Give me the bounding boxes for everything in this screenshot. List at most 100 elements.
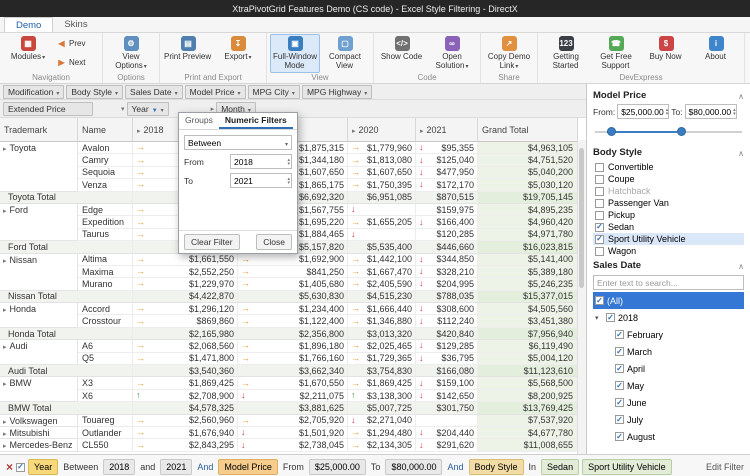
checkbox[interactable] xyxy=(615,364,624,373)
body-style-option[interactable]: Passenger Van xyxy=(593,197,744,209)
filter-token[interactable]: Model Price xyxy=(218,459,278,475)
scrollbar-thumb[interactable] xyxy=(579,148,584,288)
ribbon-button[interactable]: ☎ Get Free Support xyxy=(591,34,641,73)
body-style-option[interactable]: Convertible xyxy=(593,161,744,173)
ribbon-button[interactable]: </> Show Code xyxy=(377,34,427,73)
ribbon-button[interactable]: $ Buy Now xyxy=(641,34,691,73)
ribbon-button[interactable]: ↧ Export▾ xyxy=(213,34,263,73)
filter-field-chip[interactable]: Modification xyxy=(3,85,64,99)
slider-thumb-max[interactable] xyxy=(677,127,686,136)
tree-node[interactable]: August xyxy=(593,428,744,445)
checkbox[interactable] xyxy=(595,211,604,220)
filter-token[interactable]: Between xyxy=(61,459,100,475)
ribbon-button[interactable]: ▶ Next xyxy=(53,53,99,72)
checkbox[interactable] xyxy=(595,199,604,208)
expand-icon[interactable] xyxy=(420,125,424,135)
ribbon-button[interactable]: ∞ Open Solution▾ xyxy=(427,34,477,73)
price-to-input[interactable]: $80,000.00 xyxy=(685,104,737,119)
ribbon-button[interactable]: ▤ Print Preview xyxy=(163,34,213,73)
expand-icon[interactable] xyxy=(3,143,7,153)
filter-field-chip[interactable]: Body Style xyxy=(66,85,123,99)
from-year-input[interactable]: 2018 xyxy=(230,154,292,169)
trademark-cell[interactable]: Audi xyxy=(0,340,78,365)
price-from-input[interactable]: $25,000.00 xyxy=(617,104,669,119)
trademark-cell[interactable]: Mitsubishi xyxy=(0,427,78,439)
spinner-buttons[interactable] xyxy=(733,108,736,116)
model-name-cell[interactable]: X3 xyxy=(78,377,133,389)
filter-token[interactable]: Sedan xyxy=(541,459,579,475)
checkbox[interactable] xyxy=(615,398,624,407)
checkbox[interactable] xyxy=(615,381,624,390)
slider-thumb-min[interactable] xyxy=(607,127,616,136)
filter-token[interactable]: And xyxy=(445,459,465,475)
body-style-option[interactable]: Wagon xyxy=(593,245,744,257)
ribbon-button[interactable]: ↗ Copy Demo Link▾ xyxy=(484,34,534,73)
ribbon-button[interactable]: i About xyxy=(691,34,741,73)
checkbox[interactable] xyxy=(606,313,615,322)
filter-token[interactable]: From xyxy=(281,459,306,475)
model-name-cell[interactable]: Maxima xyxy=(78,266,133,278)
spinner-buttons[interactable] xyxy=(287,158,290,166)
model-name-cell[interactable]: X6 xyxy=(78,390,133,402)
model-name-cell[interactable]: Edge xyxy=(78,204,133,216)
model-name-cell[interactable]: Expedition xyxy=(78,216,133,228)
filter-enabled-checkbox[interactable] xyxy=(16,463,25,472)
filter-token[interactable]: Body Style xyxy=(469,459,524,475)
spinner-buttons[interactable] xyxy=(287,177,290,185)
expand-icon[interactable] xyxy=(137,125,141,135)
tree-node[interactable]: July xyxy=(593,411,744,428)
filter-token[interactable]: Sport Utility Vehicle xyxy=(582,459,672,475)
ribbon-button[interactable]: ▢ Compact View xyxy=(320,34,370,73)
body-style-option[interactable]: Sport Utility Vehicle xyxy=(593,233,744,245)
collapse-chevron-icon[interactable] xyxy=(738,148,744,158)
checkbox[interactable] xyxy=(615,415,624,424)
year-column-header[interactable]: 2021 xyxy=(416,118,478,142)
checkbox[interactable] xyxy=(615,432,624,441)
checkbox[interactable] xyxy=(595,235,604,244)
model-name-cell[interactable]: Camry xyxy=(78,154,133,166)
checkbox[interactable] xyxy=(595,175,604,184)
filter-token[interactable]: And xyxy=(195,459,215,475)
operator-combobox[interactable]: Between xyxy=(184,135,292,150)
model-name-cell[interactable]: Taurus xyxy=(78,229,133,241)
checkbox[interactable] xyxy=(615,347,624,356)
trademark-cell[interactable]: Mercedes-Benz xyxy=(0,439,78,451)
expand-icon[interactable] xyxy=(3,304,7,314)
ribbon-button[interactable]: 123 Getting Started xyxy=(541,34,591,73)
close-filter-icon[interactable] xyxy=(6,460,13,474)
row-field-header-name[interactable]: Name xyxy=(78,118,133,142)
trademark-cell[interactable]: Honda xyxy=(0,303,78,328)
ribbon-tab[interactable]: Demo xyxy=(4,17,53,32)
filter-token[interactable]: 2018 xyxy=(103,459,135,475)
spinner-buttons[interactable] xyxy=(666,108,669,116)
trademark-cell[interactable]: Ford xyxy=(0,204,78,241)
checkbox[interactable] xyxy=(595,187,604,196)
ribbon-button[interactable]: ⚙ View Options▾ xyxy=(106,34,156,73)
tree-node[interactable]: March xyxy=(593,343,744,360)
expand-icon[interactable] xyxy=(352,125,356,135)
filter-token[interactable]: $25,000.00 xyxy=(309,459,366,475)
filter-field-chip[interactable]: Model Price xyxy=(185,85,246,99)
model-name-cell[interactable]: Crosstour xyxy=(78,315,133,327)
column-field-chip[interactable]: Year xyxy=(127,102,169,116)
model-name-cell[interactable]: Q5 xyxy=(78,353,133,365)
expand-icon[interactable] xyxy=(3,205,7,215)
tree-expand-icon[interactable]: ▾ xyxy=(595,314,603,322)
filter-token[interactable]: 2021 xyxy=(160,459,192,475)
checkbox[interactable] xyxy=(595,247,604,256)
model-name-cell[interactable]: Avalon xyxy=(78,142,133,154)
expand-icon[interactable] xyxy=(3,255,7,265)
tree-node[interactable]: (All) xyxy=(593,292,744,309)
checkbox[interactable] xyxy=(595,223,604,232)
ribbon-tab[interactable]: Skins xyxy=(53,17,98,32)
filter-field-chip[interactable]: MPG Highway xyxy=(302,85,372,99)
trademark-cell[interactable]: Nissan xyxy=(0,254,78,291)
body-style-option[interactable]: Pickup xyxy=(593,209,744,221)
checkbox[interactable] xyxy=(595,163,604,172)
clear-filter-button[interactable]: Clear Filter xyxy=(184,234,240,250)
tree-node[interactable]: April xyxy=(593,360,744,377)
vertical-scrollbar[interactable] xyxy=(577,140,586,454)
expand-icon[interactable] xyxy=(3,341,7,351)
edit-filter-button[interactable]: Edit Filter xyxy=(706,462,744,472)
filter-field-chip[interactable]: MPG City xyxy=(248,85,300,99)
